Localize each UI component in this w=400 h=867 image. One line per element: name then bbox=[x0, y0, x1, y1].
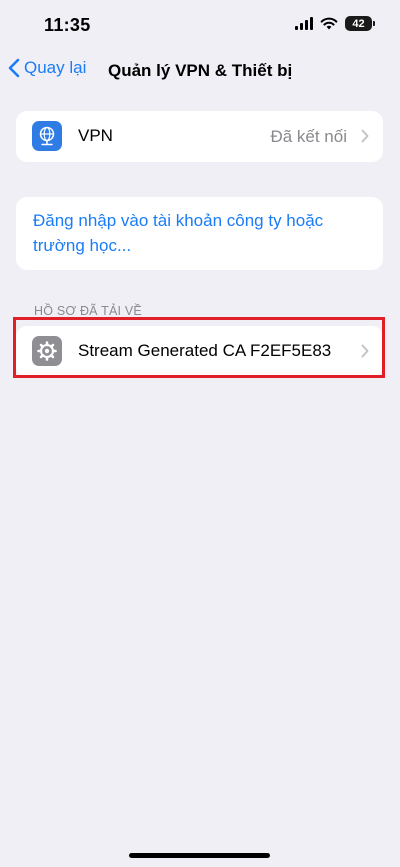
chevron-right-icon bbox=[361, 129, 369, 143]
vpn-status-value: Đã kết nối bbox=[270, 127, 347, 146]
status-icons: 42 bbox=[295, 16, 375, 31]
status-time: 11:35 bbox=[44, 15, 91, 35]
chevron-left-icon bbox=[8, 58, 20, 78]
sign-in-row: Đăng nhập vào tài khoản công ty hoặc trư… bbox=[16, 197, 383, 270]
vpn-row[interactable]: VPN Đã kết nối bbox=[16, 111, 383, 162]
battery-icon: 42 bbox=[345, 16, 375, 31]
page-title: Quản lý VPN & Thiết bị bbox=[108, 61, 293, 80]
sign-in-work-school-link[interactable]: Đăng nhập vào tài khoản công ty hoặc trư… bbox=[33, 208, 363, 258]
back-button[interactable]: Quay lại bbox=[8, 58, 86, 78]
navigation-bar: Quay lại Quản lý VPN & Thiết bị bbox=[0, 54, 400, 90]
back-label: Quay lại bbox=[24, 58, 87, 77]
vpn-globe-icon bbox=[32, 121, 62, 151]
wifi-icon bbox=[320, 17, 338, 30]
vpn-label: VPN bbox=[78, 126, 113, 145]
status-bar: 11:35 42 bbox=[0, 0, 400, 54]
downloaded-profiles-header: HỒ SƠ ĐÃ TẢI VỀ bbox=[34, 304, 142, 318]
home-indicator bbox=[129, 853, 270, 858]
cellular-signal-icon bbox=[295, 17, 313, 30]
highlight-annotation-box bbox=[13, 317, 385, 378]
